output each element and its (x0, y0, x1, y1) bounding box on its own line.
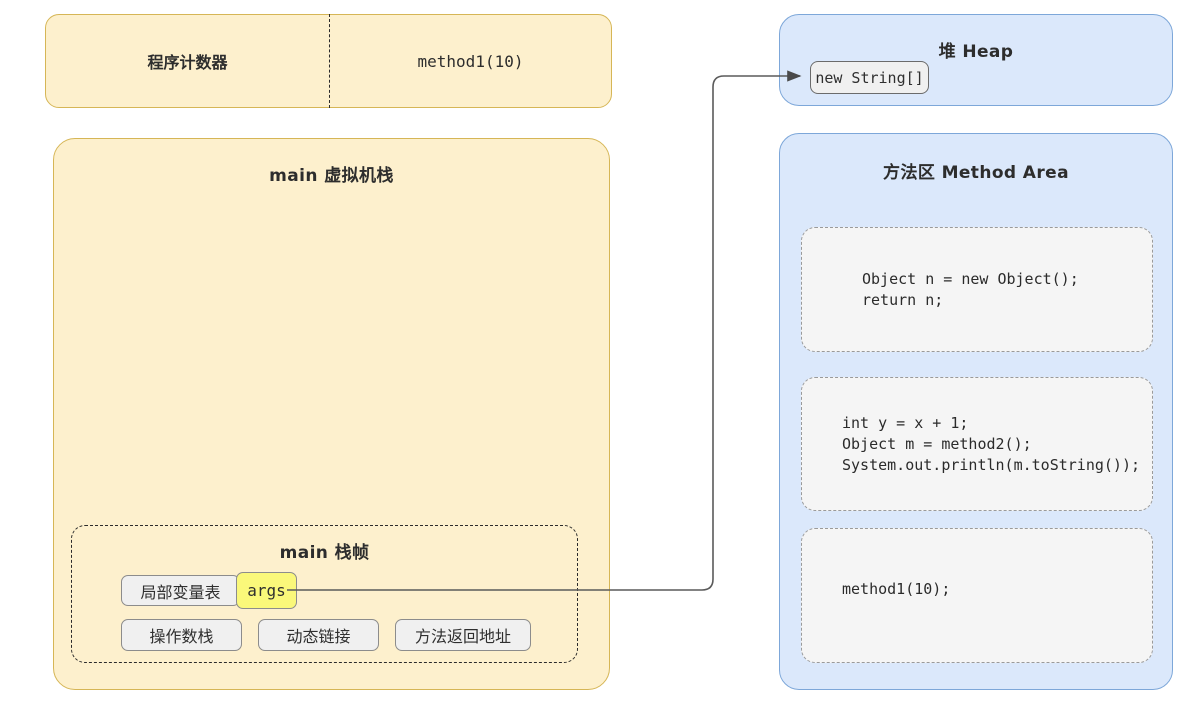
main-stack-frame: main 栈帧 局部变量表 args 操作数栈 动态链接 方法返回地址 (71, 525, 578, 663)
method-area-box: 方法区 Method Area Object n = new Object();… (779, 133, 1173, 690)
main-stack-frame-title: main 栈帧 (279, 543, 370, 563)
local-variable-table-chip[interactable]: 局部变量表 (121, 575, 240, 606)
heap-object-new-string-array[interactable]: new String[] (810, 61, 929, 94)
code-text-method1: int y = x + 1; Object m = method2(); Sys… (842, 414, 1141, 474)
vm-stack-title: main 虚拟机栈 (269, 166, 394, 186)
method-area-code-block-method1[interactable]: int y = x + 1; Object m = method2(); Sys… (801, 377, 1153, 511)
heap-title: 堆 Heap (938, 42, 1014, 62)
pc-register-right-label: method1(10) (417, 51, 524, 71)
pc-register-box: 程序计数器 method1(10) (45, 14, 612, 108)
diagram-canvas: 程序计数器 method1(10) main 虚拟机栈 main 栈帧 局部变量… (0, 0, 1200, 714)
method-return-address-chip[interactable]: 方法返回地址 (395, 619, 531, 651)
method-area-code-block-method2[interactable]: Object n = new Object(); return n; (801, 227, 1153, 352)
dynamic-linking-chip[interactable]: 动态链接 (258, 619, 379, 651)
pc-register-left-label: 程序计数器 (147, 53, 228, 72)
local-variable-args-chip[interactable]: args (236, 572, 297, 609)
heap-box: 堆 Heap new String[] (779, 14, 1173, 106)
code-text-main: method1(10); (842, 580, 951, 598)
vm-stack-box: main 虚拟机栈 main 栈帧 局部变量表 args 操作数栈 动态链接 方… (53, 138, 610, 690)
method-area-code-block-main[interactable]: method1(10); (801, 528, 1153, 663)
operand-stack-chip[interactable]: 操作数栈 (121, 619, 242, 651)
code-text-method2: Object n = new Object(); return n; (862, 270, 1079, 309)
method-area-title: 方法区 Method Area (883, 163, 1069, 183)
